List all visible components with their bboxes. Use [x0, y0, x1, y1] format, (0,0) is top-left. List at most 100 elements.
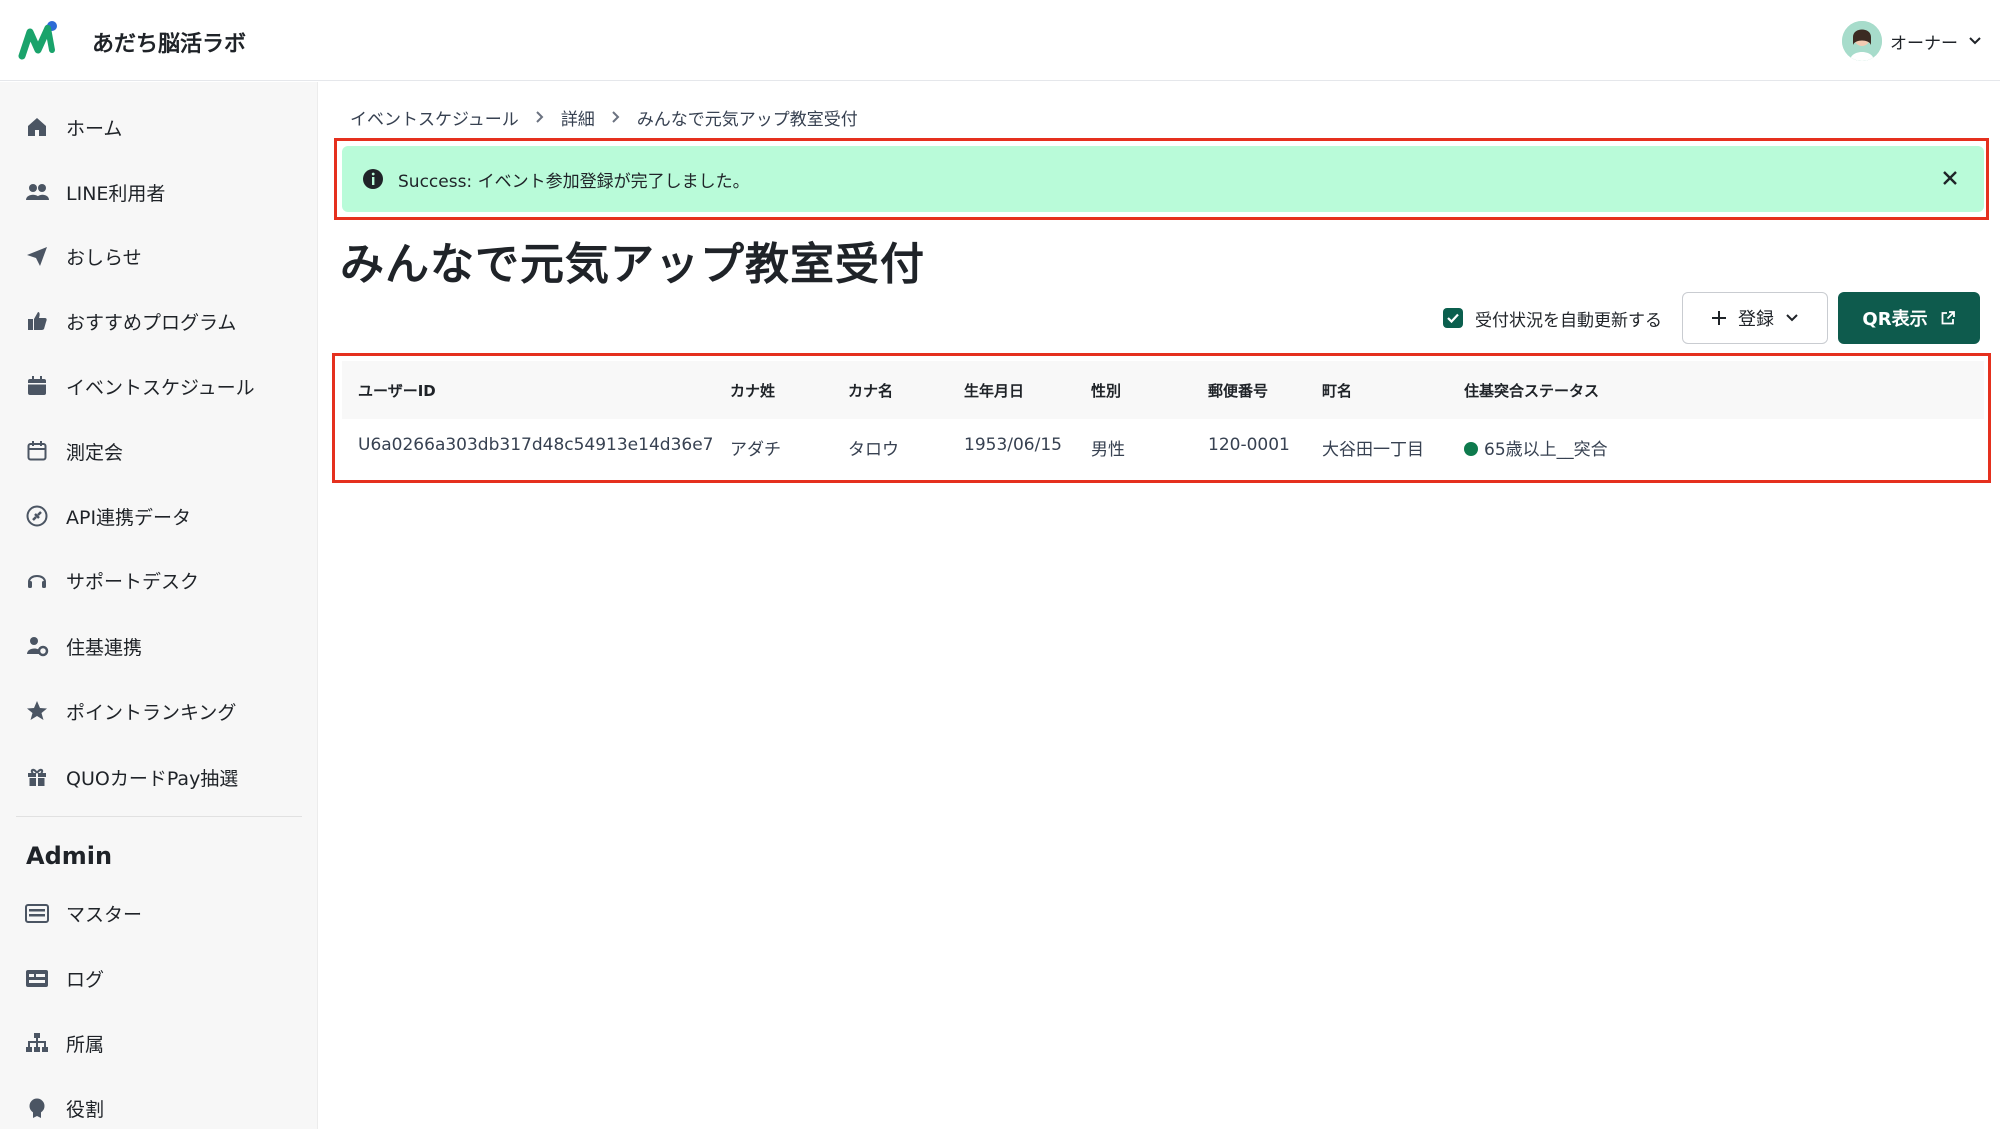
registrations-table: ユーザーID カナ姓 カナ名 生年月日 性別 郵便番号 町名 住基突合ステータス… — [342, 361, 1984, 475]
sidebar-item-label: おすすめプログラム — [66, 311, 237, 334]
chevron-down-icon[interactable] — [1966, 32, 1984, 50]
paper-plane-icon — [24, 243, 50, 269]
sidebar-item-point-ranking[interactable]: ポイントランキング — [24, 691, 236, 731]
col-juki-status[interactable]: 住基突合ステータス — [1464, 380, 1599, 401]
sidebar-item-label: 住基連携 — [66, 636, 143, 659]
cell-user-id: U6a0266a303db317d48c54913e14d36e7 — [358, 435, 714, 455]
badge-icon — [24, 1095, 50, 1121]
thumbs-up-icon — [24, 308, 50, 334]
breadcrumb-detail[interactable]: 詳細 — [561, 105, 595, 130]
sidebar-item-label: イベントスケジュール — [66, 376, 255, 399]
star-icon — [24, 698, 50, 724]
chevron-right-icon — [612, 111, 620, 123]
col-town[interactable]: 町名 — [1322, 380, 1352, 401]
cell-postal-code: 120-0001 — [1208, 435, 1290, 455]
sidebar-item-label: ログ — [66, 968, 105, 991]
home-icon — [24, 114, 50, 140]
info-circle-icon — [363, 169, 383, 189]
sidebar-item-label: マスター — [66, 903, 143, 926]
avatar[interactable] — [1842, 21, 1882, 61]
user-menu[interactable]: オーナー — [1842, 20, 1984, 62]
success-alert: Success: イベント参加登録が完了しました。 — [342, 146, 1984, 212]
sidebar-item-log[interactable]: ログ — [24, 958, 104, 998]
sidebar-item-api-data[interactable]: API連携データ — [24, 496, 191, 536]
alert-message: イベント参加登録が完了しました。 — [477, 172, 750, 192]
sidebar-item-juki-link[interactable]: 住基連携 — [24, 626, 142, 666]
app-name: あだち脳活ラボ — [92, 32, 247, 57]
qr-display-button[interactable]: QR表示 — [1838, 292, 1980, 344]
calendar-filled-icon — [24, 373, 50, 399]
alert-prefix: Success: — [398, 172, 473, 192]
sidebar-item-label: 所属 — [66, 1033, 105, 1056]
auto-update-checkbox[interactable] — [1443, 308, 1463, 328]
sidebar-item-label: ポイントランキング — [66, 701, 237, 724]
sidebar-item-home[interactable]: ホーム — [24, 107, 122, 147]
breadcrumb-current: みんなで元気アップ教室受付 — [636, 109, 858, 130]
auto-update-toggle[interactable]: 受付状況を自動更新する — [1443, 306, 1662, 331]
auto-update-label: 受付状況を自動更新する — [1475, 310, 1662, 331]
cell-gender: 男性 — [1091, 440, 1125, 460]
list-box-icon — [24, 900, 50, 926]
col-user-id[interactable]: ユーザーID — [358, 380, 436, 401]
sidebar: ホーム LINE利用者 おしらせ おすすめプログラム イベントスケジュール 測定… — [0, 82, 318, 1129]
sidebar-item-label: 測定会 — [66, 441, 124, 464]
col-kana-last[interactable]: カナ姓 — [730, 380, 775, 401]
register-button[interactable]: 登録 — [1682, 292, 1828, 344]
external-link-icon — [1941, 311, 1955, 325]
table-row[interactable]: U6a0266a303db317d48c54913e14d36e7 アダチ タロ… — [342, 419, 1984, 475]
cell-birthdate: 1953/06/15 — [964, 435, 1062, 455]
sidebar-item-support-desk[interactable]: サポートデスク — [24, 560, 199, 600]
sidebar-item-measurement[interactable]: 測定会 — [24, 431, 123, 471]
app-logo[interactable] — [18, 20, 62, 62]
toolbar: 受付状況を自動更新する 登録 QR表示 — [1443, 292, 1980, 344]
check-icon — [1447, 313, 1459, 324]
status-text: 65歳以上__突合 — [1484, 440, 1608, 460]
sidebar-item-label: QUOカードPay抽選 — [66, 767, 239, 790]
chevron-down-icon — [1786, 314, 1798, 322]
col-gender[interactable]: 性別 — [1091, 380, 1121, 401]
col-birthdate[interactable]: 生年月日 — [964, 380, 1024, 401]
sidebar-item-label: LINE利用者 — [66, 182, 166, 205]
sidebar-item-line-users[interactable]: LINE利用者 — [24, 172, 165, 212]
sidebar-item-label: サポートデスク — [66, 570, 200, 593]
col-kana-first[interactable]: カナ名 — [848, 380, 893, 401]
sidebar-item-event-schedule[interactable]: イベントスケジュール — [24, 366, 255, 406]
status-dot-icon — [1464, 442, 1478, 456]
sidebar-item-label: API連携データ — [66, 506, 192, 529]
page-title: みんなで元気アップ教室受付 — [340, 239, 925, 290]
register-label: 登録 — [1738, 309, 1774, 330]
sidebar-item-label: ホーム — [66, 117, 123, 140]
sidebar-item-affiliation[interactable]: 所属 — [24, 1023, 104, 1063]
org-tree-icon — [24, 1030, 50, 1056]
cell-kana-first: タロウ — [848, 440, 899, 460]
sidebar-item-quo-card[interactable]: QUOカードPay抽選 — [24, 757, 238, 797]
cell-town: 大谷田一丁目 — [1322, 440, 1424, 460]
sidebar-item-role[interactable]: 役割 — [24, 1088, 104, 1128]
sidebar-item-master[interactable]: マスター — [24, 893, 142, 933]
log-box-icon — [24, 965, 50, 991]
plug-circle-icon — [24, 503, 50, 529]
gift-icon — [24, 764, 50, 790]
sidebar-divider — [16, 816, 302, 817]
main-content: イベントスケジュール 詳細 みんなで元気アップ教室受付 Success: イベン… — [318, 82, 2000, 1129]
calendar-outline-icon — [24, 438, 50, 464]
user-name[interactable]: オーナー — [1890, 29, 1958, 54]
table-header: ユーザーID カナ姓 カナ名 生年月日 性別 郵便番号 町名 住基突合ステータス — [342, 361, 1984, 419]
qr-label: QR表示 — [1862, 309, 1928, 330]
top-header: あだち脳活ラボ オーナー — [0, 0, 2000, 81]
breadcrumb-event-schedule[interactable]: イベントスケジュール — [350, 105, 519, 130]
user-gear-icon — [24, 633, 50, 659]
cell-juki-status: 65歳以上__突合 — [1464, 435, 1608, 460]
cell-kana-last: アダチ — [730, 440, 781, 460]
sidebar-item-programs[interactable]: おすすめプログラム — [24, 301, 236, 341]
col-postal-code[interactable]: 郵便番号 — [1208, 380, 1268, 401]
sidebar-item-label: 役割 — [66, 1098, 105, 1121]
alert-text: Success: イベント参加登録が完了しました。 — [398, 167, 750, 192]
close-icon[interactable] — [1936, 164, 1964, 192]
users-icon — [24, 179, 50, 205]
sidebar-item-notices[interactable]: おしらせ — [24, 236, 142, 276]
sidebar-item-label: おしらせ — [66, 246, 142, 269]
plus-icon — [1712, 311, 1726, 325]
breadcrumb: イベントスケジュール 詳細 みんなで元気アップ教室受付 — [350, 102, 858, 132]
admin-section-title: Admin — [26, 842, 113, 870]
